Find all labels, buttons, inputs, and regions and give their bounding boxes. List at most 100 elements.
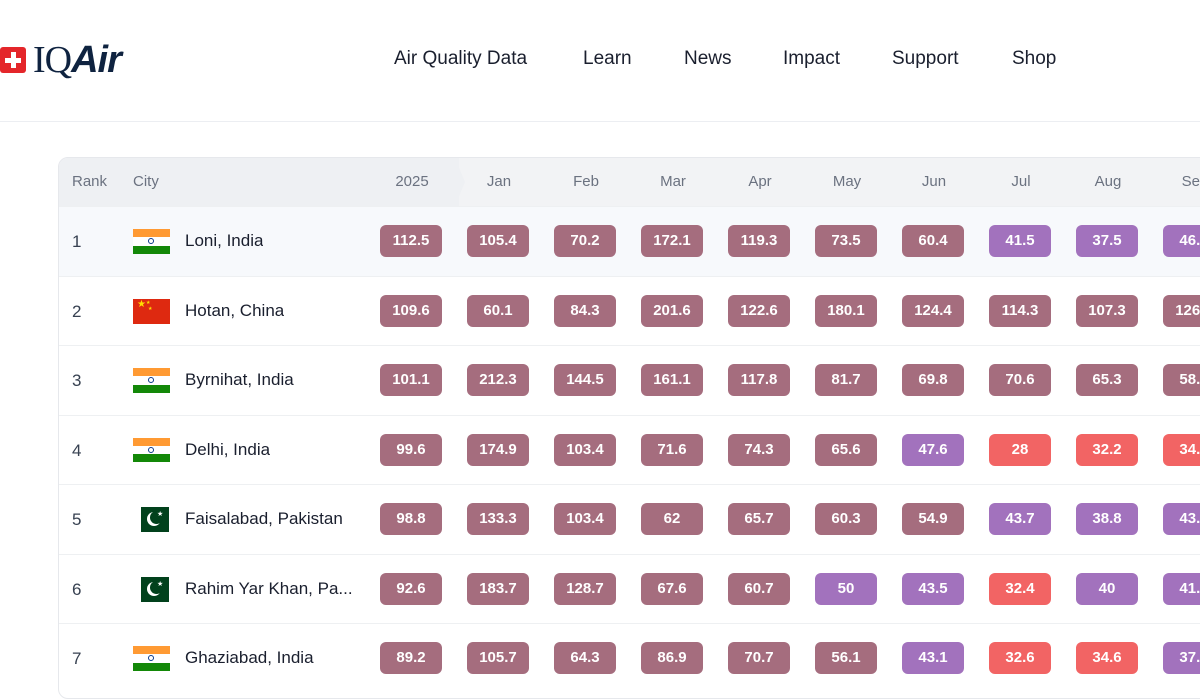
aqi-year-pill: 109.6 [380, 294, 442, 327]
aqi-year-pill: 89.2 [380, 642, 442, 674]
header-rank[interactable]: Rank [72, 173, 107, 191]
city-name[interactable]: Byrnihat, India [185, 370, 294, 390]
aqi-month-pill: 70.7 [728, 642, 790, 674]
table-row[interactable]: 2 ★ ★ ★ Hotan, China 109.6 60.1 84.3 201.6 122.6 1… [59, 275, 1200, 346]
rank-value: 4 [72, 440, 82, 460]
aqi-month-pill: 126.3 [1163, 294, 1200, 327]
header-month-may[interactable]: May [833, 173, 861, 191]
aqi-month-pill: 43.1 [1163, 503, 1200, 535]
rank-value: 3 [72, 371, 82, 390]
header-month-sep[interactable]: Sep [1182, 173, 1200, 191]
table-row[interactable]: 3 Byrnihat, India 101.1 212.3 144.5 161.1 117.… [59, 345, 1200, 415]
aqi-month-pill: 103.4 [554, 433, 616, 466]
header-month-apr[interactable]: Apr [748, 173, 771, 191]
nav-shop[interactable]: Shop [1012, 47, 1056, 71]
aqi-month-pill: 37.5 [1076, 225, 1138, 257]
city-name[interactable]: Rahim Yar Khan, Pa... [185, 579, 353, 599]
nav-air-quality-data[interactable]: Air Quality Data [394, 47, 527, 71]
table-header: Rank City 2025 Jan Feb Mar Apr May Jun J… [59, 158, 1200, 206]
aqi-month-pill: 60.3 [815, 503, 877, 535]
aqi-month-pill: 28 [989, 433, 1051, 466]
aqi-month-pill: 86.9 [641, 642, 703, 674]
rank-value: 1 [72, 232, 82, 251]
nav-support[interactable]: Support [892, 47, 959, 71]
aqi-month-pill: 107.3 [1076, 294, 1138, 327]
nav-learn[interactable]: Learn [583, 47, 632, 71]
aqi-month-pill: 60.1 [467, 294, 529, 327]
aqi-month-pill: 43.7 [989, 503, 1051, 535]
aqi-month-pill: 105.7 [467, 642, 529, 674]
aqi-month-pill: 60.4 [902, 225, 964, 257]
table-row[interactable]: 1 Loni, India 112.5 105.4 70.2 172.1 119.3 73.5… [59, 206, 1200, 276]
nav-news[interactable]: News [684, 47, 732, 71]
aqi-month-pill: 54.9 [902, 503, 964, 535]
aqi-month-pill: 43.5 [902, 572, 964, 605]
aqi-month-pill: 34.1 [1163, 433, 1200, 466]
aqi-month-pill: 114.3 [989, 294, 1051, 327]
header-month-jan[interactable]: Jan [487, 173, 511, 191]
aqi-month-pill: 58.1 [1163, 364, 1200, 396]
aqi-month-pill: 73.5 [815, 225, 877, 257]
header-month-jul[interactable]: Jul [1011, 173, 1030, 191]
aqi-month-pill: 40 [1076, 572, 1138, 605]
table-row[interactable]: 4 Delhi, India 99.6 174.9 103.4 71.6 74.3 65.6 4… [59, 414, 1200, 485]
india-flag-icon [133, 229, 170, 254]
aqi-month-pill: 41.5 [989, 225, 1051, 257]
aqi-month-pill: 174.9 [467, 433, 529, 466]
aqi-month-pill: 144.5 [554, 364, 616, 396]
aqi-month-pill: 161.1 [641, 364, 703, 396]
india-flag-icon [133, 437, 170, 463]
rank-value: 6 [72, 579, 82, 599]
aqi-month-pill: 37.1 [1163, 642, 1200, 674]
header-city[interactable]: City [133, 173, 159, 191]
table-row[interactable]: 6 ★ Rahim Yar Khan, Pa... 92.6 183.7 128.7 67.… [59, 553, 1200, 624]
aqi-month-pill: 172.1 [641, 225, 703, 257]
india-flag-icon [133, 646, 170, 671]
aqi-month-pill: 67.6 [641, 572, 703, 605]
rank-value: 2 [72, 301, 82, 321]
aqi-month-pill: 103.4 [554, 503, 616, 535]
header-month-feb[interactable]: Feb [573, 173, 599, 191]
aqi-month-pill: 46.1 [1163, 225, 1200, 257]
city-name[interactable]: Loni, India [185, 231, 263, 251]
aqi-month-pill: 124.4 [902, 294, 964, 327]
aqi-month-pill: 212.3 [467, 364, 529, 396]
aqi-month-pill: 69.8 [902, 364, 964, 396]
aqi-month-pill: 183.7 [467, 572, 529, 605]
aqi-month-pill: 32.6 [989, 642, 1051, 674]
aqi-month-pill: 62 [641, 503, 703, 535]
header-month-mar[interactable]: Mar [660, 173, 686, 191]
nav-impact[interactable]: Impact [783, 47, 840, 71]
city-name[interactable]: Faisalabad, Pakistan [185, 509, 343, 529]
pakistan-flag-icon: ★ [141, 576, 169, 602]
header-month-jun[interactable]: Jun [922, 173, 946, 191]
aqi-month-pill: 38.8 [1076, 503, 1138, 535]
table-row[interactable]: 7 Ghaziabad, India 89.2 105.7 64.3 86.9 70.7 56… [59, 623, 1200, 693]
pakistan-flag-icon: ★ [141, 507, 169, 532]
site-header: IQAir Air Quality Data Learn News Impact… [0, 0, 1200, 122]
header-month-aug[interactable]: Aug [1095, 173, 1122, 191]
aqi-month-pill: 65.6 [815, 433, 877, 466]
aqi-month-pill: 34.6 [1076, 642, 1138, 674]
header-year[interactable]: 2025 [395, 173, 428, 191]
aqi-month-pill: 50 [815, 572, 877, 605]
aqi-month-pill: 65.3 [1076, 364, 1138, 396]
aqi-month-pill: 64.3 [554, 642, 616, 674]
aqi-month-pill: 32.4 [989, 572, 1051, 605]
aqi-month-pill: 70.6 [989, 364, 1051, 396]
aqi-month-pill: 60.7 [728, 572, 790, 605]
city-name[interactable]: Hotan, China [185, 301, 284, 321]
aqi-month-pill: 133.3 [467, 503, 529, 535]
table-row[interactable]: 5 ★ Faisalabad, Pakistan 98.8 133.3 103.4 62 65… [59, 484, 1200, 554]
aqi-month-pill: 71.6 [641, 433, 703, 466]
swiss-cross-icon [0, 47, 26, 73]
china-flag-icon: ★ ★ ★ [133, 298, 170, 324]
aqi-month-pill: 117.8 [728, 364, 790, 396]
rank-value: 7 [72, 649, 82, 668]
city-name[interactable]: Delhi, India [185, 440, 270, 460]
iqair-logo[interactable]: IQAir [0, 41, 122, 79]
city-name[interactable]: Ghaziabad, India [185, 648, 314, 668]
aqi-month-pill: 122.6 [728, 294, 790, 327]
aqi-month-pill: 32.2 [1076, 433, 1138, 466]
aqi-month-pill: 201.6 [641, 294, 703, 327]
